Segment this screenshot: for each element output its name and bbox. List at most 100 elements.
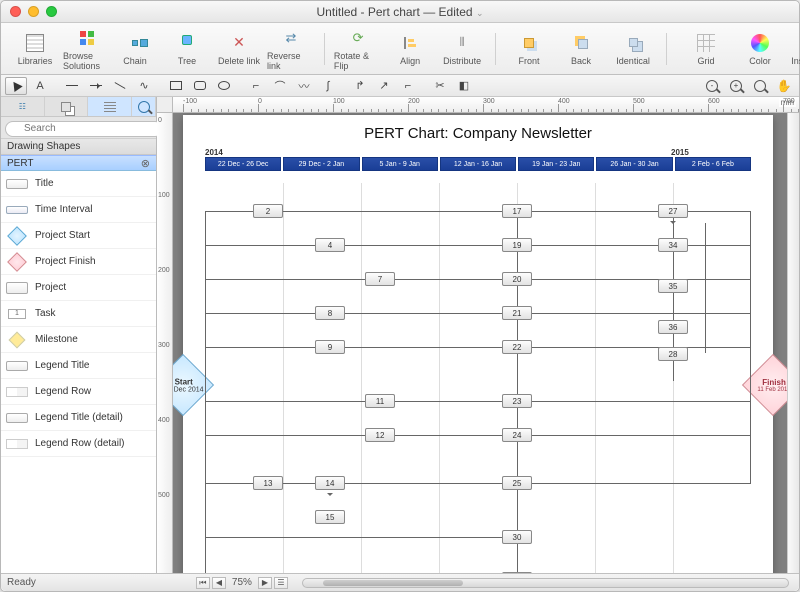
minimize-icon[interactable] <box>28 6 39 17</box>
front-button[interactable]: Front <box>505 32 553 66</box>
drawing-toolbar: A ∿ ⌐ ⌒ 〰 ∫ ↱ ↗ ⌐ ✂ ◧ - + ✋ <box>1 75 799 97</box>
shape-task[interactable]: 1Task <box>1 301 156 327</box>
task-node[interactable]: 35 <box>658 279 688 293</box>
spline-tool[interactable]: 〰 <box>293 77 315 95</box>
task-node[interactable]: 9 <box>315 340 345 354</box>
task-node[interactable]: 25 <box>502 476 532 490</box>
shape-legend-title-detail[interactable]: Legend Title (detail) <box>1 405 156 431</box>
sidebar-search-toggle[interactable] <box>132 97 156 116</box>
shape-project-finish[interactable]: Project Finish <box>1 249 156 275</box>
task-node[interactable]: 17 <box>502 204 532 218</box>
shape-title[interactable]: Title <box>1 171 156 197</box>
zoom-in-tool[interactable]: + <box>725 77 747 95</box>
chain-button[interactable]: Chain <box>111 32 159 66</box>
crop-tool[interactable]: ✂ <box>429 77 451 95</box>
rect-tool[interactable] <box>165 77 187 95</box>
window-controls <box>1 6 57 17</box>
shape-time-interval[interactable]: Time Interval <box>1 197 156 223</box>
task-node[interactable]: 28 <box>658 347 688 361</box>
shape-project-start[interactable]: Project Start <box>1 223 156 249</box>
task-node[interactable]: 23 <box>502 394 532 408</box>
zoom-fit-tool[interactable] <box>749 77 771 95</box>
page-add-button[interactable]: ☰ <box>274 577 288 589</box>
task-node[interactable]: 20 <box>502 272 532 286</box>
distribute-button[interactable]: ⫴Distribute <box>438 32 486 66</box>
task-node[interactable]: 34 <box>658 238 688 252</box>
status-bar: Ready ⏮ ◀ 75% ▶ ☰ <box>1 573 799 591</box>
interval-cell: 29 Dec - 2 Jan <box>283 157 359 171</box>
delete-link-icon: ✕ <box>228 32 250 54</box>
smart-connector-tool[interactable]: ↱ <box>349 77 371 95</box>
task-node[interactable]: 15 <box>315 510 345 524</box>
close-icon[interactable]: ⊗ <box>141 157 150 170</box>
line-tool[interactable] <box>61 77 83 95</box>
close-icon[interactable] <box>10 6 21 17</box>
reverse-link-button[interactable]: ⇄Reverse link <box>267 27 315 71</box>
pointer-tool[interactable] <box>5 77 27 95</box>
bezier-tool[interactable]: ∫ <box>317 77 339 95</box>
round-rect-tool[interactable] <box>189 77 211 95</box>
task-node[interactable]: 8 <box>315 306 345 320</box>
grid-button[interactable]: Grid <box>676 32 736 66</box>
task-node[interactable]: 12 <box>365 428 395 442</box>
paint-bucket-tool[interactable]: ◧ <box>453 77 475 95</box>
polyline-tool[interactable]: ⌐ <box>245 77 267 95</box>
text-tool[interactable]: A <box>29 77 51 95</box>
back-button[interactable]: Back <box>557 32 605 66</box>
search-input[interactable] <box>5 121 163 137</box>
task-node[interactable]: 27 <box>658 204 688 218</box>
curve-tool[interactable]: ∿ <box>133 77 155 95</box>
browse-solutions-button[interactable]: Browse Solutions <box>63 27 111 71</box>
section-drawing-shapes[interactable]: Drawing Shapes <box>1 139 156 155</box>
color-button[interactable]: Color <box>736 32 784 66</box>
task-node[interactable]: 14 <box>315 476 345 490</box>
tree-button[interactable]: Tree <box>163 32 211 66</box>
align-button[interactable]: Align <box>386 32 434 66</box>
shape-milestone[interactable]: Milestone <box>1 327 156 353</box>
section-pert[interactable]: PERT ⊗ <box>1 155 156 171</box>
task-node[interactable]: 24 <box>502 428 532 442</box>
pan-tool[interactable]: ✋ <box>773 77 795 95</box>
thumbnail-view-button[interactable]: ☷ <box>1 97 45 116</box>
page-next-button[interactable]: ▶ <box>258 577 272 589</box>
vertical-scrollbar[interactable] <box>787 113 799 573</box>
delete-link-button[interactable]: ✕Delete link <box>215 32 263 66</box>
arrow-line-tool[interactable] <box>85 77 107 95</box>
shape-legend-title[interactable]: Legend Title <box>1 353 156 379</box>
task-node[interactable]: 2 <box>253 204 283 218</box>
ellipse-tool[interactable] <box>213 77 235 95</box>
canvas-viewport[interactable]: PERT Chart: Company Newsletter 2014 2015… <box>173 113 787 573</box>
horizontal-scrollbar[interactable] <box>302 578 789 588</box>
page[interactable]: PERT Chart: Company Newsletter 2014 2015… <box>183 115 773 573</box>
detail-view-button[interactable] <box>88 97 132 116</box>
task-node[interactable]: 21 <box>502 306 532 320</box>
list-view-button[interactable] <box>45 97 89 116</box>
zoom-icon[interactable] <box>46 6 57 17</box>
task-node[interactable]: 31 <box>502 572 532 573</box>
task-node[interactable]: 7 <box>365 272 395 286</box>
task-node[interactable]: 11 <box>365 394 395 408</box>
task-node[interactable]: 22 <box>502 340 532 354</box>
window-title: Untitled - Pert chart — Edited ⌄ <box>1 5 799 19</box>
shape-legend-row[interactable]: Legend Row <box>1 379 156 405</box>
task-node[interactable]: 30 <box>502 530 532 544</box>
shape-project[interactable]: Project <box>1 275 156 301</box>
task-node[interactable]: 36 <box>658 320 688 334</box>
inspectors-button[interactable]: iInspectors <box>788 32 800 66</box>
direct-connector-tool[interactable]: ↗ <box>373 77 395 95</box>
task-node[interactable]: 19 <box>502 238 532 252</box>
identical-button[interactable]: Identical <box>609 32 657 66</box>
page-first-button[interactable]: ⏮ <box>196 577 210 589</box>
task-node[interactable]: 4 <box>315 238 345 252</box>
angle-connector-tool[interactable]: ⌐ <box>397 77 419 95</box>
connector-tool[interactable] <box>109 77 131 95</box>
rotate-flip-button[interactable]: ⟳Rotate & Flip <box>334 27 382 71</box>
distribute-icon: ⫴ <box>451 32 473 54</box>
shape-legend-row-detail[interactable]: Legend Row (detail) <box>1 431 156 457</box>
task-node[interactable]: 13 <box>253 476 283 490</box>
page-prev-button[interactable]: ◀ <box>212 577 226 589</box>
zoom-out-tool[interactable]: - <box>701 77 723 95</box>
identical-icon <box>622 32 644 54</box>
arc-tool[interactable]: ⌒ <box>269 77 291 95</box>
libraries-button[interactable]: Libraries <box>11 32 59 66</box>
